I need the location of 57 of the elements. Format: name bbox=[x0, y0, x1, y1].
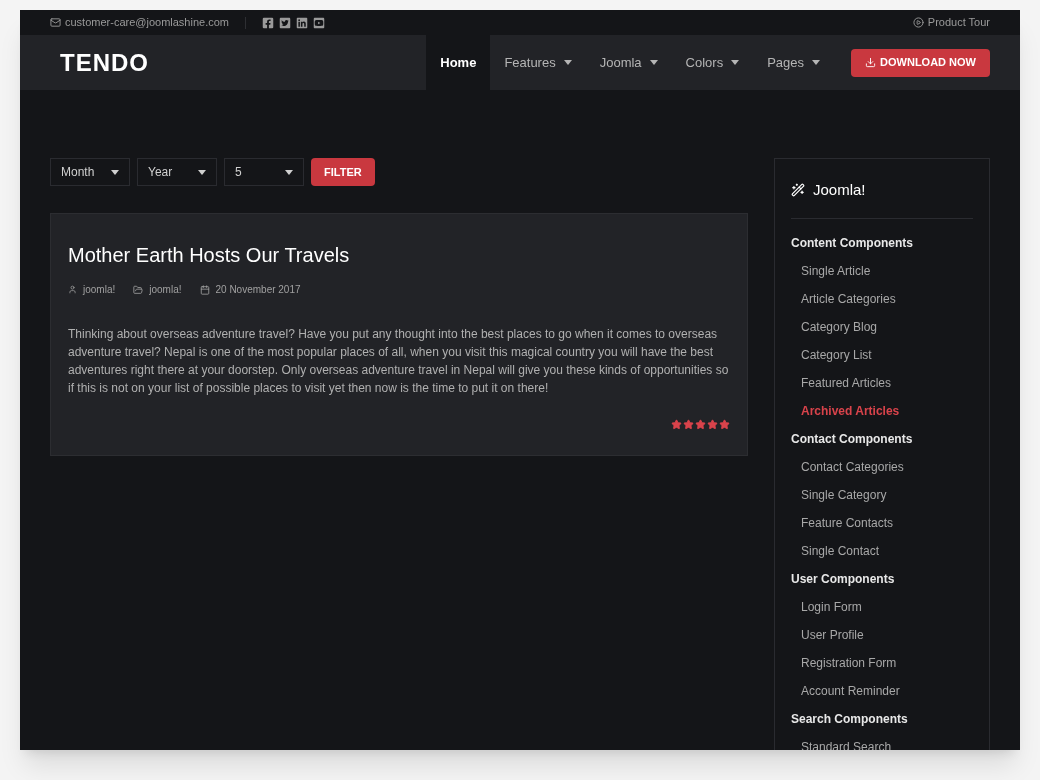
category-link[interactable]: joomla! bbox=[149, 282, 182, 297]
download-icon bbox=[865, 57, 877, 68]
menu-item[interactable]: Featured Articles bbox=[791, 368, 973, 397]
twitter-icon[interactable] bbox=[279, 16, 291, 29]
nav-item[interactable]: Pages bbox=[753, 35, 835, 90]
user-icon bbox=[68, 285, 77, 294]
download-button[interactable]: DOWNLOAD NOW bbox=[851, 48, 990, 77]
menu-heading[interactable]: User Components bbox=[791, 564, 973, 593]
nav-item[interactable]: Joomla bbox=[585, 35, 672, 90]
star-icon bbox=[671, 419, 682, 430]
menu-item[interactable]: Single Contact bbox=[791, 536, 973, 565]
play-icon bbox=[912, 17, 924, 28]
menu-heading[interactable]: Contact Components bbox=[791, 424, 973, 453]
facebook-icon[interactable] bbox=[262, 16, 274, 29]
menu-item[interactable]: Category Blog bbox=[791, 312, 973, 341]
menu-item[interactable]: Single Article bbox=[791, 256, 973, 285]
sidebar-title: Joomla! bbox=[813, 180, 866, 200]
menu-heading[interactable]: Search Components bbox=[791, 704, 973, 733]
menu-item[interactable]: Archived Articles bbox=[791, 396, 973, 425]
nav-item[interactable]: Home bbox=[426, 35, 491, 90]
nav-item[interactable]: Features bbox=[490, 35, 586, 90]
linkedin-icon[interactable] bbox=[296, 16, 308, 29]
article-body: Thinking about overseas adventure travel? Have you put any thought into the best places to go when it comes to overseas adventure travel? Nepal is one of the most popular places of all, when you visit this magical country you will have the best adventures right there at your doorstep. Only overseas adventure travel in Nepal will give you these kinds of opportunities so if this is not on your list of possible places to visit yet then now is the time to put it on there! bbox=[68, 326, 730, 397]
menu-item[interactable]: Feature Contacts bbox=[791, 508, 973, 537]
logo[interactable]: TENDO bbox=[60, 44, 149, 81]
caret-icon bbox=[285, 169, 293, 175]
youtube-icon[interactable] bbox=[313, 16, 325, 29]
menu-item[interactable]: Login Form bbox=[791, 592, 973, 621]
filter-button[interactable]: FILTER bbox=[311, 158, 375, 186]
star-icon bbox=[707, 419, 718, 430]
calendar-icon bbox=[199, 284, 210, 295]
menu-item[interactable]: Registration Form bbox=[791, 648, 973, 677]
menu-item[interactable]: Category List bbox=[791, 340, 973, 369]
filter-dropdown[interactable]: Year bbox=[137, 158, 217, 186]
star-icon bbox=[719, 419, 730, 430]
filter-dropdown[interactable]: 5 bbox=[224, 158, 304, 186]
menu-item[interactable]: Article Categories bbox=[791, 284, 973, 313]
caret-icon bbox=[111, 169, 119, 175]
article-title[interactable]: Mother Earth Hosts Our Travels bbox=[68, 240, 730, 270]
menu-item[interactable]: Standard Search bbox=[791, 732, 973, 750]
star-icon bbox=[683, 419, 694, 430]
menu-item[interactable]: Single Category bbox=[791, 480, 973, 509]
magic-wand-icon bbox=[791, 183, 805, 198]
menu-heading[interactable]: Content Components bbox=[791, 228, 973, 257]
product-tour-link[interactable]: Product Tour bbox=[927, 14, 990, 31]
star-icon bbox=[695, 419, 706, 430]
article-date: 20 November 2017 bbox=[215, 283, 301, 297]
nav-item[interactable]: Colors bbox=[671, 35, 754, 90]
menu-item[interactable]: Account Reminder bbox=[791, 676, 973, 705]
author-link[interactable]: joomla! bbox=[83, 282, 116, 297]
filter-dropdown[interactable]: Month bbox=[50, 158, 130, 186]
folder-icon bbox=[133, 284, 144, 295]
menu-item[interactable]: Contact Categories bbox=[791, 452, 973, 481]
email-link[interactable]: customer-care@joomlashine.com bbox=[65, 14, 229, 31]
caret-icon bbox=[198, 169, 206, 175]
mail-icon bbox=[50, 17, 61, 28]
menu-item[interactable]: User Profile bbox=[791, 620, 973, 649]
